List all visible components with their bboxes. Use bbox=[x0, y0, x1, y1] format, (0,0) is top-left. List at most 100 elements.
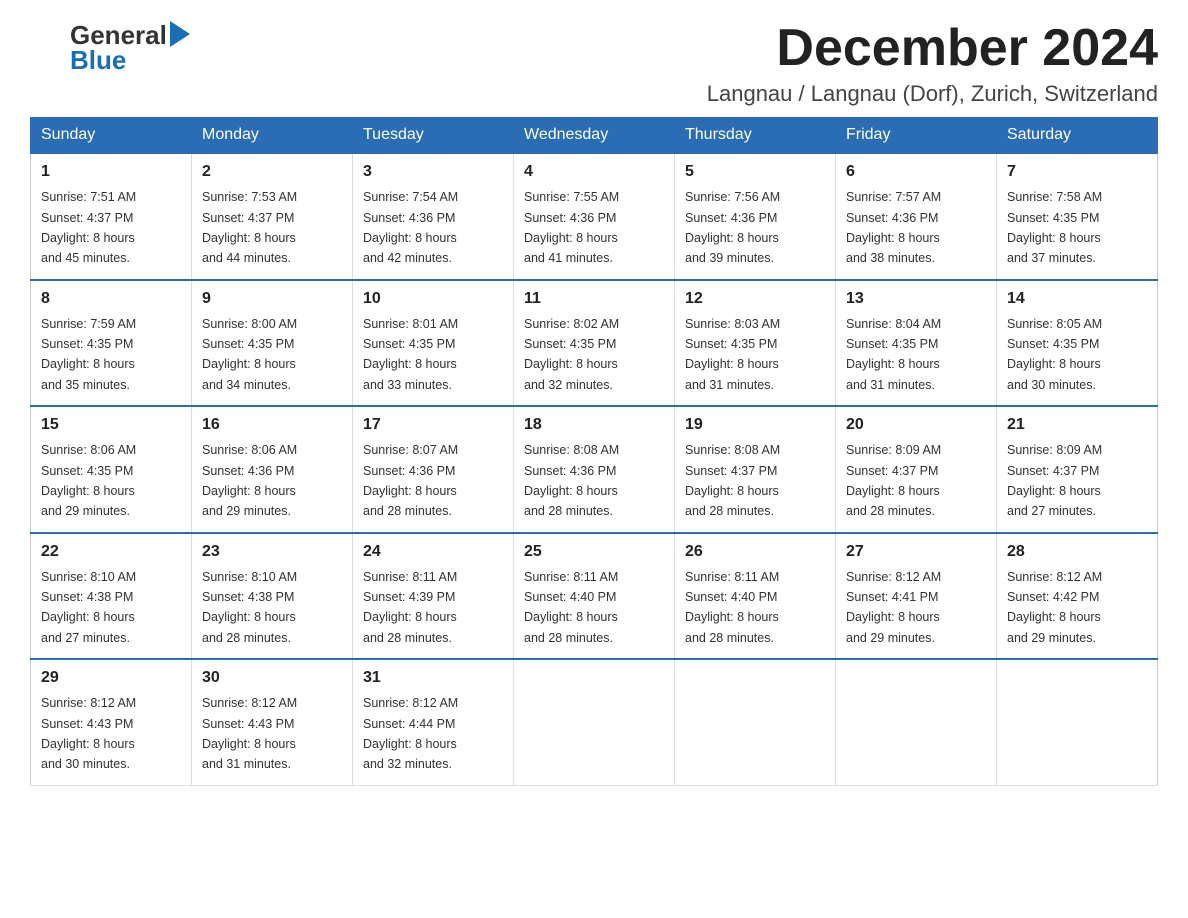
day-number: 20 bbox=[846, 413, 986, 437]
day-info: Sunrise: 7:51 AMSunset: 4:37 PMDaylight:… bbox=[41, 190, 136, 265]
day-number: 19 bbox=[685, 413, 825, 437]
day-number: 26 bbox=[685, 540, 825, 564]
day-info: Sunrise: 8:04 AMSunset: 4:35 PMDaylight:… bbox=[846, 317, 941, 392]
day-info: Sunrise: 8:00 AMSunset: 4:35 PMDaylight:… bbox=[202, 317, 297, 392]
day-number: 9 bbox=[202, 287, 342, 311]
day-info: Sunrise: 8:06 AMSunset: 4:36 PMDaylight:… bbox=[202, 443, 297, 518]
day-number: 7 bbox=[1007, 160, 1147, 184]
table-row: 26 Sunrise: 8:11 AMSunset: 4:40 PMDaylig… bbox=[675, 533, 836, 660]
weekday-header-row: Sunday Monday Tuesday Wednesday Thursday… bbox=[31, 118, 1158, 154]
calendar-week-row: 8 Sunrise: 7:59 AMSunset: 4:35 PMDayligh… bbox=[31, 280, 1158, 407]
day-info: Sunrise: 8:12 AMSunset: 4:43 PMDaylight:… bbox=[202, 696, 297, 771]
day-number: 13 bbox=[846, 287, 986, 311]
header-wednesday: Wednesday bbox=[514, 118, 675, 154]
day-info: Sunrise: 8:03 AMSunset: 4:35 PMDaylight:… bbox=[685, 317, 780, 392]
day-info: Sunrise: 8:11 AMSunset: 4:40 PMDaylight:… bbox=[524, 570, 618, 645]
table-row bbox=[514, 659, 675, 785]
table-row: 10 Sunrise: 8:01 AMSunset: 4:35 PMDaylig… bbox=[353, 280, 514, 407]
table-row: 15 Sunrise: 8:06 AMSunset: 4:35 PMDaylig… bbox=[31, 406, 192, 533]
logo-triangle-icon bbox=[170, 21, 190, 47]
day-number: 1 bbox=[41, 160, 181, 184]
day-number: 30 bbox=[202, 666, 342, 690]
table-row: 3 Sunrise: 7:54 AMSunset: 4:36 PMDayligh… bbox=[353, 153, 514, 280]
table-row: 25 Sunrise: 8:11 AMSunset: 4:40 PMDaylig… bbox=[514, 533, 675, 660]
table-row: 5 Sunrise: 7:56 AMSunset: 4:36 PMDayligh… bbox=[675, 153, 836, 280]
day-info: Sunrise: 8:08 AMSunset: 4:37 PMDaylight:… bbox=[685, 443, 780, 518]
month-title: December 2024 bbox=[707, 20, 1158, 77]
header-tuesday: Tuesday bbox=[353, 118, 514, 154]
day-info: Sunrise: 7:55 AMSunset: 4:36 PMDaylight:… bbox=[524, 190, 619, 265]
table-row: 2 Sunrise: 7:53 AMSunset: 4:37 PMDayligh… bbox=[192, 153, 353, 280]
day-info: Sunrise: 8:09 AMSunset: 4:37 PMDaylight:… bbox=[846, 443, 941, 518]
day-number: 14 bbox=[1007, 287, 1147, 311]
day-number: 22 bbox=[41, 540, 181, 564]
day-info: Sunrise: 8:07 AMSunset: 4:36 PMDaylight:… bbox=[363, 443, 458, 518]
table-row: 1 Sunrise: 7:51 AMSunset: 4:37 PMDayligh… bbox=[31, 153, 192, 280]
day-number: 4 bbox=[524, 160, 664, 184]
day-info: Sunrise: 8:11 AMSunset: 4:40 PMDaylight:… bbox=[685, 570, 779, 645]
table-row: 9 Sunrise: 8:00 AMSunset: 4:35 PMDayligh… bbox=[192, 280, 353, 407]
day-number: 21 bbox=[1007, 413, 1147, 437]
logo-blue-text: Blue bbox=[70, 45, 126, 75]
day-info: Sunrise: 7:56 AMSunset: 4:36 PMDaylight:… bbox=[685, 190, 780, 265]
table-row: 27 Sunrise: 8:12 AMSunset: 4:41 PMDaylig… bbox=[836, 533, 997, 660]
table-row: 24 Sunrise: 8:11 AMSunset: 4:39 PMDaylig… bbox=[353, 533, 514, 660]
page-header: General Blue December 2024 Langnau / Lan… bbox=[30, 20, 1158, 107]
day-number: 23 bbox=[202, 540, 342, 564]
table-row: 12 Sunrise: 8:03 AMSunset: 4:35 PMDaylig… bbox=[675, 280, 836, 407]
day-number: 29 bbox=[41, 666, 181, 690]
table-row: 8 Sunrise: 7:59 AMSunset: 4:35 PMDayligh… bbox=[31, 280, 192, 407]
day-info: Sunrise: 7:58 AMSunset: 4:35 PMDaylight:… bbox=[1007, 190, 1102, 265]
day-number: 28 bbox=[1007, 540, 1147, 564]
table-row: 16 Sunrise: 8:06 AMSunset: 4:36 PMDaylig… bbox=[192, 406, 353, 533]
table-row: 18 Sunrise: 8:08 AMSunset: 4:36 PMDaylig… bbox=[514, 406, 675, 533]
day-info: Sunrise: 7:54 AMSunset: 4:36 PMDaylight:… bbox=[363, 190, 458, 265]
day-number: 17 bbox=[363, 413, 503, 437]
header-sunday: Sunday bbox=[31, 118, 192, 154]
table-row: 4 Sunrise: 7:55 AMSunset: 4:36 PMDayligh… bbox=[514, 153, 675, 280]
day-number: 16 bbox=[202, 413, 342, 437]
table-row: 31 Sunrise: 8:12 AMSunset: 4:44 PMDaylig… bbox=[353, 659, 514, 785]
day-number: 8 bbox=[41, 287, 181, 311]
day-number: 3 bbox=[363, 160, 503, 184]
table-row: 29 Sunrise: 8:12 AMSunset: 4:43 PMDaylig… bbox=[31, 659, 192, 785]
header-monday: Monday bbox=[192, 118, 353, 154]
location-title: Langnau / Langnau (Dorf), Zurich, Switze… bbox=[707, 81, 1158, 107]
day-info: Sunrise: 8:05 AMSunset: 4:35 PMDaylight:… bbox=[1007, 317, 1102, 392]
calendar-week-row: 22 Sunrise: 8:10 AMSunset: 4:38 PMDaylig… bbox=[31, 533, 1158, 660]
table-row bbox=[836, 659, 997, 785]
day-number: 6 bbox=[846, 160, 986, 184]
table-row: 13 Sunrise: 8:04 AMSunset: 4:35 PMDaylig… bbox=[836, 280, 997, 407]
day-number: 24 bbox=[363, 540, 503, 564]
table-row: 20 Sunrise: 8:09 AMSunset: 4:37 PMDaylig… bbox=[836, 406, 997, 533]
day-info: Sunrise: 8:12 AMSunset: 4:41 PMDaylight:… bbox=[846, 570, 941, 645]
table-row bbox=[997, 659, 1158, 785]
day-number: 2 bbox=[202, 160, 342, 184]
table-row: 22 Sunrise: 8:10 AMSunset: 4:38 PMDaylig… bbox=[31, 533, 192, 660]
day-info: Sunrise: 8:11 AMSunset: 4:39 PMDaylight:… bbox=[363, 570, 457, 645]
table-row: 6 Sunrise: 7:57 AMSunset: 4:36 PMDayligh… bbox=[836, 153, 997, 280]
table-row: 7 Sunrise: 7:58 AMSunset: 4:35 PMDayligh… bbox=[997, 153, 1158, 280]
day-number: 15 bbox=[41, 413, 181, 437]
day-number: 10 bbox=[363, 287, 503, 311]
table-row: 28 Sunrise: 8:12 AMSunset: 4:42 PMDaylig… bbox=[997, 533, 1158, 660]
table-row: 11 Sunrise: 8:02 AMSunset: 4:35 PMDaylig… bbox=[514, 280, 675, 407]
header-saturday: Saturday bbox=[997, 118, 1158, 154]
day-number: 27 bbox=[846, 540, 986, 564]
day-info: Sunrise: 8:08 AMSunset: 4:36 PMDaylight:… bbox=[524, 443, 619, 518]
table-row: 19 Sunrise: 8:08 AMSunset: 4:37 PMDaylig… bbox=[675, 406, 836, 533]
day-number: 5 bbox=[685, 160, 825, 184]
day-number: 12 bbox=[685, 287, 825, 311]
day-info: Sunrise: 7:59 AMSunset: 4:35 PMDaylight:… bbox=[41, 317, 136, 392]
table-row: 23 Sunrise: 8:10 AMSunset: 4:38 PMDaylig… bbox=[192, 533, 353, 660]
calendar-week-row: 15 Sunrise: 8:06 AMSunset: 4:35 PMDaylig… bbox=[31, 406, 1158, 533]
day-number: 25 bbox=[524, 540, 664, 564]
calendar-week-row: 1 Sunrise: 7:51 AMSunset: 4:37 PMDayligh… bbox=[31, 153, 1158, 280]
day-info: Sunrise: 8:09 AMSunset: 4:37 PMDaylight:… bbox=[1007, 443, 1102, 518]
day-info: Sunrise: 7:53 AMSunset: 4:37 PMDaylight:… bbox=[202, 190, 297, 265]
day-info: Sunrise: 8:10 AMSunset: 4:38 PMDaylight:… bbox=[41, 570, 136, 645]
table-row: 21 Sunrise: 8:09 AMSunset: 4:37 PMDaylig… bbox=[997, 406, 1158, 533]
day-info: Sunrise: 8:12 AMSunset: 4:43 PMDaylight:… bbox=[41, 696, 136, 771]
table-row: 14 Sunrise: 8:05 AMSunset: 4:35 PMDaylig… bbox=[997, 280, 1158, 407]
day-info: Sunrise: 8:12 AMSunset: 4:42 PMDaylight:… bbox=[1007, 570, 1102, 645]
